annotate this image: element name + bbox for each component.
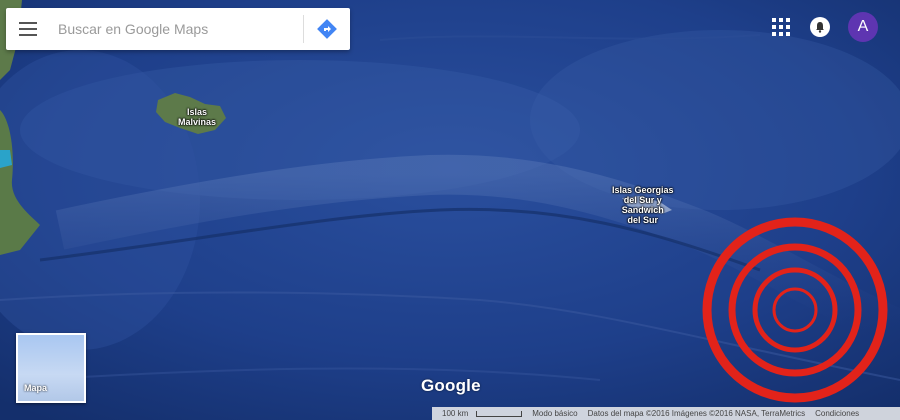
search-box (6, 8, 350, 50)
bell-icon (816, 22, 824, 33)
avatar[interactable]: A (848, 12, 878, 42)
terms-link[interactable]: Condiciones (810, 409, 864, 418)
map-imagery (0, 0, 900, 420)
basic-mode-link[interactable]: Modo básico (527, 409, 582, 418)
directions-button[interactable] (304, 8, 350, 50)
scale-label: 100 km (442, 409, 469, 418)
google-logo: Google (421, 376, 481, 395)
account-toolbar: A (770, 12, 878, 42)
notifications-button[interactable] (810, 17, 830, 37)
apps-grid-icon[interactable] (770, 16, 792, 38)
map-label-malvinas[interactable]: Islas Malvinas (178, 107, 216, 127)
scale-control[interactable]: 100 km (432, 409, 527, 418)
satellite-map[interactable] (0, 0, 900, 420)
map-footer: 100 km Modo básico Datos del mapa ©2016 … (432, 407, 900, 420)
map-label-georgias[interactable]: Islas Georgias del Sur y Sandwich del Su… (612, 185, 674, 225)
directions-icon (317, 19, 337, 39)
attribution-text: Datos del mapa ©2016 Imágenes ©2016 NASA… (587, 409, 806, 418)
layer-switcher[interactable]: Mapa (16, 333, 86, 403)
scale-bar (476, 410, 523, 417)
layer-switcher-label: Mapa (24, 383, 48, 393)
menu-icon (19, 22, 37, 36)
search-input[interactable] (50, 13, 303, 45)
menu-button[interactable] (6, 8, 50, 50)
